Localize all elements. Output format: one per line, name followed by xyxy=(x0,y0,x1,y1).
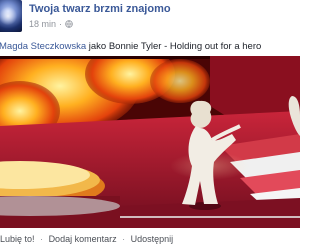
stage-performance-image xyxy=(0,56,300,228)
action-separator: · xyxy=(122,234,126,244)
comment-link[interactable]: Dodaj komentarz xyxy=(49,234,117,244)
caption-text: jako Bonnie Tyler - Holding out for a he… xyxy=(86,41,262,52)
meta-separator: · xyxy=(59,19,63,29)
globe-icon xyxy=(65,20,73,28)
page-avatar[interactable] xyxy=(0,0,22,32)
page-name-link[interactable]: Twoja twarz brzmi znajomo xyxy=(29,3,171,15)
post-meta: 18 min · xyxy=(29,19,73,29)
post-caption: Magda Steczkowska jako Bonnie Tyler - Ho… xyxy=(0,41,301,52)
post-photo[interactable] xyxy=(0,56,300,228)
action-separator: · xyxy=(40,234,44,244)
post-action-bar: Lubię to! · Dodaj komentarz · Udostępnij xyxy=(0,234,300,250)
post-timestamp[interactable]: 18 min xyxy=(29,19,56,29)
share-link[interactable]: Udostępnij xyxy=(131,234,174,244)
caption-person-link[interactable]: Magda Steczkowska xyxy=(0,41,86,52)
like-link[interactable]: Lubię to! xyxy=(0,234,35,244)
post-header: Twoja twarz brzmi znajomo 18 min · xyxy=(0,0,300,36)
